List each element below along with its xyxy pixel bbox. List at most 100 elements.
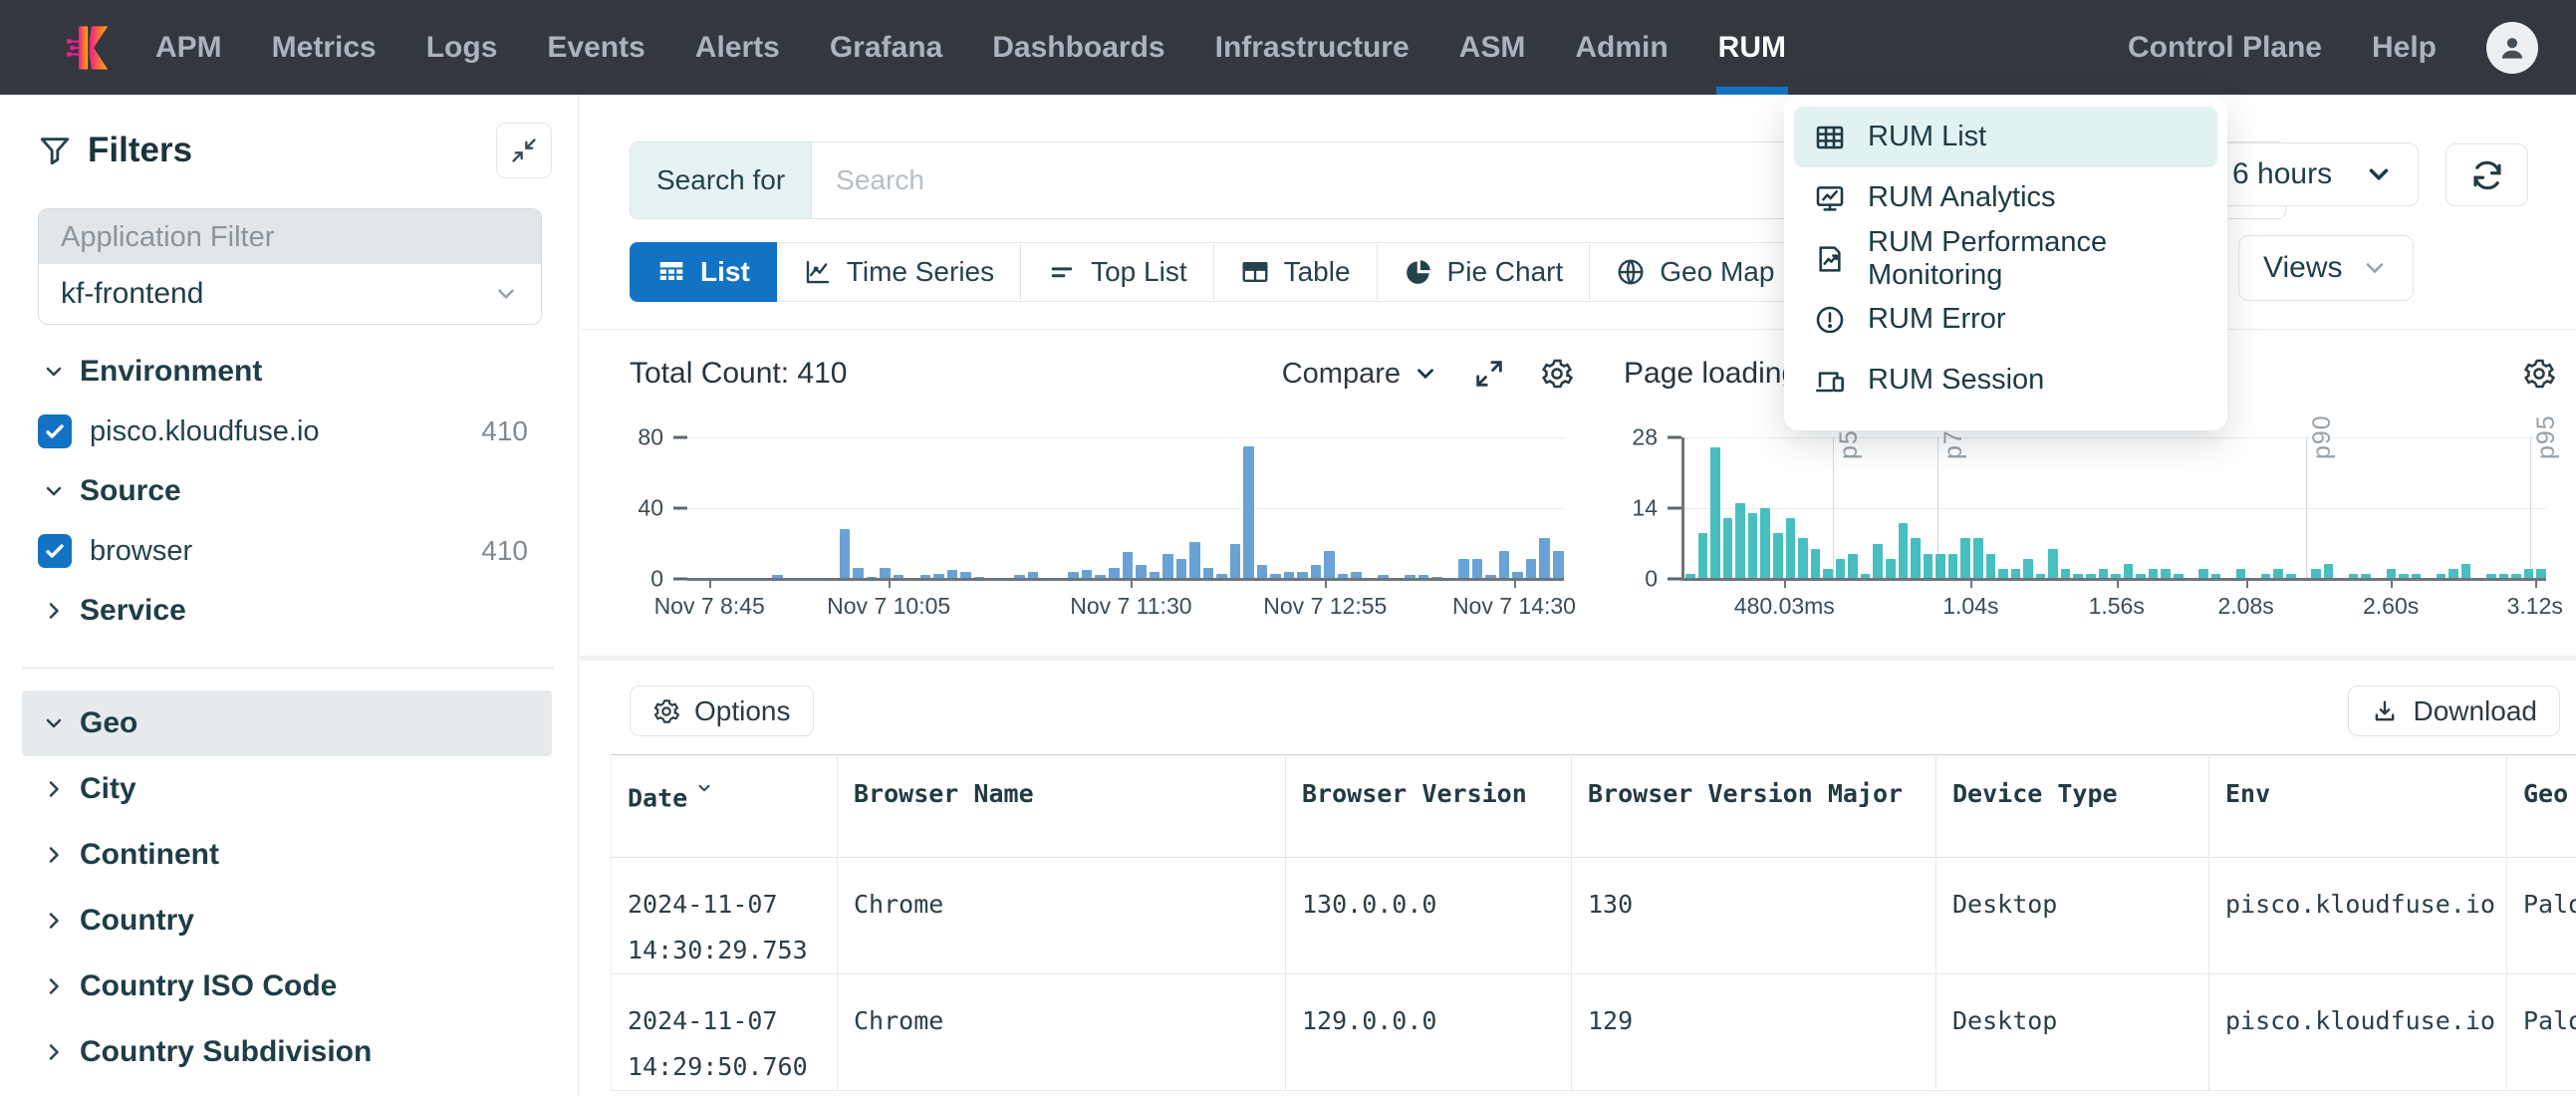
chevron-down-icon (2361, 254, 2389, 282)
column-header-date[interactable]: Date (612, 755, 838, 858)
nav-item-alerts[interactable]: Alerts (695, 0, 780, 95)
globe-icon (1616, 257, 1646, 287)
x-axis-tick (2535, 579, 2537, 588)
sidebar-section-country[interactable]: Country (0, 888, 578, 954)
filter-item-count: 410 (481, 415, 528, 447)
bar (1162, 554, 1173, 579)
sidebar-section-service[interactable]: Service (0, 578, 578, 644)
compare-dropdown[interactable]: Compare (1282, 358, 1438, 391)
nav-item-logs[interactable]: Logs (426, 0, 498, 95)
y-axis-tick-label: 40 (612, 495, 663, 522)
tab-label: Geo Map (1660, 256, 1774, 288)
sidebar-section-label: Continent (80, 838, 219, 872)
x-axis-line (687, 578, 1564, 581)
expand-icon[interactable] (1472, 357, 1506, 391)
nav-item-grafana[interactable]: Grafana (830, 0, 942, 95)
views-select[interactable]: Views (2238, 235, 2414, 301)
y-axis-tick (673, 436, 687, 439)
filter-item-browser[interactable]: browser410 (0, 524, 578, 578)
y-axis-tick-label: 0 (612, 566, 663, 593)
sidebar-section-city[interactable]: City (0, 756, 578, 822)
cell-geo: Palo (2507, 974, 2576, 1091)
x-axis-tick (1784, 579, 1786, 588)
column-header-device-type[interactable]: Device Type (1936, 755, 2209, 858)
column-header-label: Date (628, 783, 687, 812)
table-row[interactable]: 2024-11-0714:30:29.753Chrome130.0.0.0130… (612, 858, 2576, 974)
filters-sidebar: Filters Application Filter kf-frontend E… (0, 95, 579, 1096)
bar (1243, 446, 1254, 579)
check-icon (43, 539, 67, 563)
alert-circle-icon (1814, 304, 1846, 336)
bar (1311, 565, 1322, 579)
sidebar-section-geo[interactable]: Geo (22, 690, 552, 756)
download-button[interactable]: Download (2348, 685, 2560, 736)
table-grid-icon (1814, 122, 1846, 153)
sidebar-section-country-iso-code[interactable]: Country ISO Code (0, 954, 578, 1019)
bar (1123, 552, 1134, 579)
chevron-right-icon (42, 777, 66, 801)
column-header-browser-version[interactable]: Browser Version (1286, 755, 1572, 858)
y-axis-tick-label: 80 (612, 424, 663, 451)
cell-time-line: 14:30:29.753 (628, 928, 827, 973)
bar (1786, 518, 1796, 579)
tab-list[interactable]: List (630, 242, 777, 302)
bars (691, 437, 1564, 579)
sidebar-section-environment[interactable]: Environment (0, 339, 578, 405)
views-value: Views (2263, 251, 2342, 285)
filter-item-pisco-kloudfuse-io[interactable]: pisco.kloudfuse.io410 (0, 405, 578, 458)
cell-geo: Palo (2507, 858, 2576, 974)
column-header-browser-name[interactable]: Browser Name (838, 755, 1286, 858)
bar (2048, 549, 2058, 579)
sidebar-section-country-subdivision[interactable]: Country Subdivision (0, 1019, 578, 1085)
column-header-browser-version-major[interactable]: Browser Version Major (1572, 755, 1936, 858)
tab-top-list[interactable]: Top List (1021, 242, 1214, 302)
bar (1773, 533, 1783, 579)
y-axis-tick (1668, 436, 1681, 439)
nav-item-metrics[interactable]: Metrics (272, 0, 377, 95)
nav-item-events[interactable]: Events (547, 0, 644, 95)
sidebar-section-continent[interactable]: Continent (0, 822, 578, 888)
column-header-env[interactable]: Env (2209, 755, 2507, 858)
tab-geo-map[interactable]: Geo Map (1590, 242, 1801, 302)
column-header-geo[interactable]: Geo (2507, 755, 2576, 858)
menu-item-rum-analytics[interactable]: RUM Analytics (1794, 167, 2217, 228)
total-count-title: Total Count: 410 (630, 357, 847, 391)
cell-date-line: 2024-11-07 (628, 882, 827, 928)
collapse-sidebar-button[interactable] (496, 123, 552, 178)
menu-item-rum-session[interactable]: RUM Session (1794, 350, 2217, 411)
checkbox-checked[interactable] (38, 534, 72, 568)
user-avatar[interactable] (2486, 22, 2538, 74)
nav-item-infrastructure[interactable]: Infrastructure (1215, 0, 1410, 95)
nav-item-help[interactable]: Help (2372, 0, 2437, 95)
refresh-button[interactable] (2446, 143, 2528, 206)
bar (1723, 518, 1733, 579)
collapse-arrows-icon (510, 137, 538, 164)
tab-time-series[interactable]: Time Series (777, 242, 1021, 302)
tab-table[interactable]: Table (1214, 242, 1378, 302)
gear-icon[interactable] (2522, 357, 2556, 391)
options-button[interactable]: Options (630, 685, 814, 736)
column-header-label: Browser Version (1302, 779, 1527, 808)
nav-item-rum[interactable]: RUM (1718, 0, 1786, 95)
sidebar-section-source[interactable]: Source (0, 458, 578, 524)
application-filter-label: Application Filter (39, 209, 541, 264)
x-axis-tick (2117, 579, 2119, 588)
nav-item-dashboards[interactable]: Dashboards (992, 0, 1164, 95)
menu-item-rum-error[interactable]: RUM Error (1794, 289, 2217, 350)
menu-item-rum-performance-monitoring[interactable]: RUM Performance Monitoring (1794, 228, 2217, 289)
menu-item-rum-list[interactable]: RUM List (1794, 107, 2217, 167)
doc-chart-icon (1814, 243, 1846, 275)
time-range-select[interactable]: 6 hours (2207, 142, 2419, 206)
tab-pie-chart[interactable]: Pie Chart (1378, 242, 1591, 302)
nav-item-apm[interactable]: APM (155, 0, 222, 95)
cell-browser-name: Chrome (838, 858, 1286, 974)
table-row[interactable]: 2024-11-0714:29:50.760Chrome129.0.0.0129… (612, 974, 2576, 1091)
nav-item-admin[interactable]: Admin (1575, 0, 1668, 95)
filter-item-count: 410 (481, 535, 528, 567)
nav-item-control-plane[interactable]: Control Plane (2128, 0, 2322, 95)
nav-item-asm[interactable]: ASM (1459, 0, 1526, 95)
application-filter-select[interactable]: kf-frontend (39, 264, 541, 324)
chevron-down-icon (2364, 159, 2394, 189)
gear-icon[interactable] (1540, 357, 1574, 391)
checkbox-checked[interactable] (38, 414, 72, 448)
